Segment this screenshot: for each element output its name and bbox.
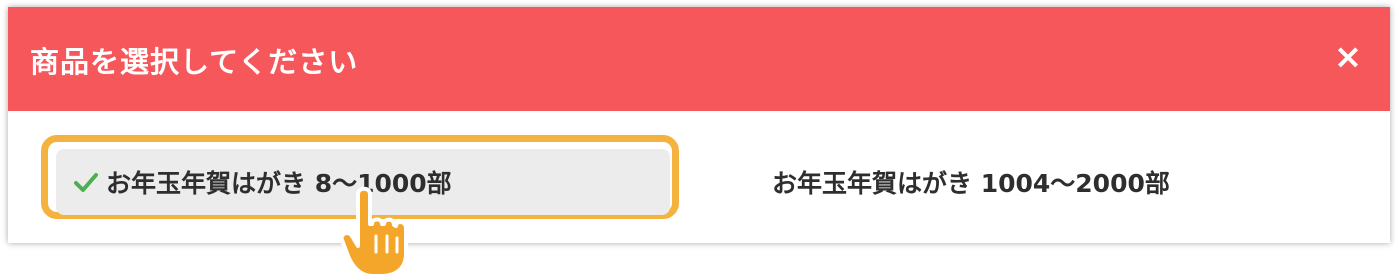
option-label: お年玉年賀はがき 1004〜2000部: [772, 169, 1170, 198]
product-select-dialog: 商品を選択してください × お年玉年賀はがき 8〜1000部 お年玉年賀はがき …: [8, 7, 1390, 243]
option-item[interactable]: お年玉年賀はがき 1004〜2000部: [772, 149, 1170, 215]
check-icon: [72, 168, 100, 196]
dialog-header: 商品を選択してください ×: [8, 7, 1390, 111]
hand-pointer-icon: [339, 186, 408, 278]
dialog-body: お年玉年賀はがき 8〜1000部 お年玉年賀はがき 1004〜2000部: [8, 111, 1390, 243]
close-icon[interactable]: ×: [1330, 39, 1366, 75]
dialog-title: 商品を選択してください: [30, 45, 359, 79]
